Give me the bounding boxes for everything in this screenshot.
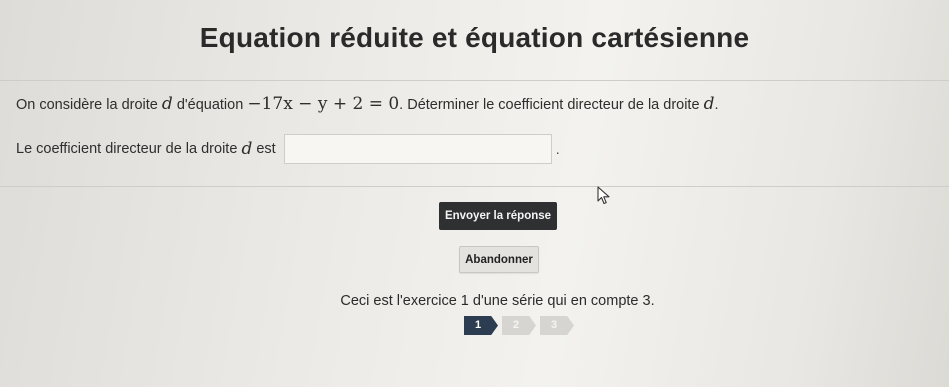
title-divider xyxy=(0,80,949,81)
answer-row: Le coefficient directeur de la droite d … xyxy=(16,131,560,167)
step-3[interactable]: 3 xyxy=(540,316,574,335)
series-steps: 1 2 3 xyxy=(464,316,578,335)
series-info: Ceci est l'exercice 1 d'une série qui en… xyxy=(340,293,655,309)
submit-answer-button[interactable]: Envoyer la réponse xyxy=(439,202,557,230)
question-mid: d'équation xyxy=(176,97,244,113)
answer-input[interactable] xyxy=(283,134,552,164)
question-text: On considère la droite d d'équation −17x… xyxy=(16,94,718,114)
answer-label-suffix: est xyxy=(256,141,276,157)
mouse-pointer-icon xyxy=(597,186,611,211)
step-1[interactable]: 1 xyxy=(464,316,498,335)
page-title: Equation réduite et équation cartésienne xyxy=(199,22,750,53)
question-end: . xyxy=(714,97,719,113)
step-2[interactable]: 2 xyxy=(502,316,536,335)
equation: −17x − y + 2 = 0 xyxy=(247,94,400,114)
line-name: d xyxy=(161,94,173,114)
question-prefix: On considère la droite xyxy=(16,97,158,113)
answer-line-name: d xyxy=(241,139,253,159)
abandon-button[interactable]: Abandonner xyxy=(459,246,539,273)
answer-divider xyxy=(0,186,949,187)
answer-trailing: . xyxy=(555,141,560,157)
answer-label-prefix: Le coefficient directeur de la droite xyxy=(16,141,238,157)
question-suffix: . Déterminer le coefficient directeur de… xyxy=(399,97,700,113)
line-name-end: d xyxy=(703,94,715,114)
